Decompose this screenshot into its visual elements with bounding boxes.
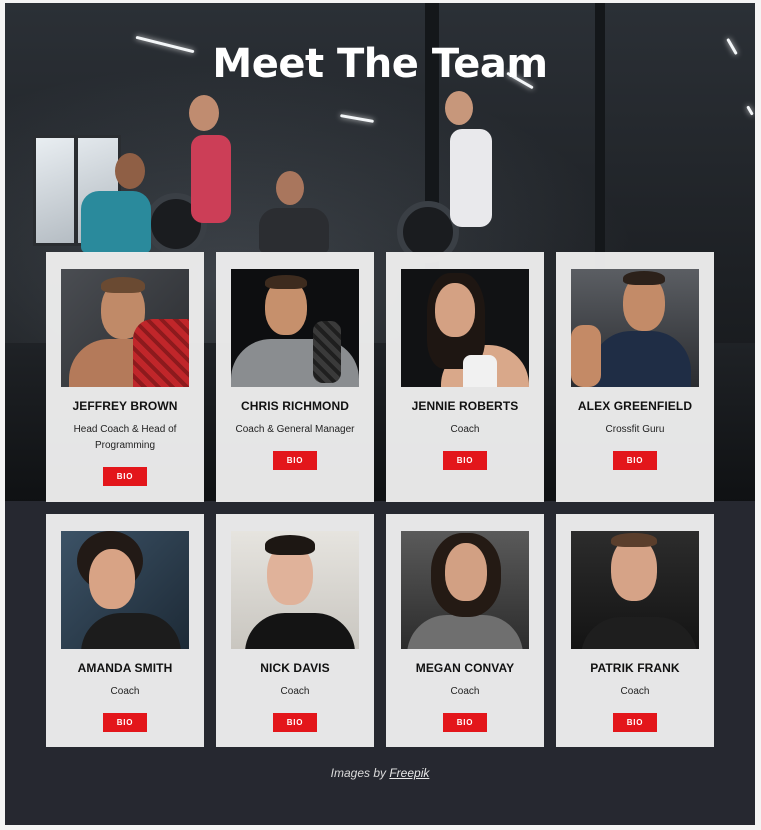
- member-name: JEFFREY BROWN: [72, 399, 178, 413]
- team-card: AMANDA SMITH Coach BIO: [46, 514, 204, 747]
- member-photo: [571, 269, 699, 387]
- member-name: JENNIE ROBERTS: [411, 399, 519, 413]
- team-card: PATRIK FRANK Coach BIO: [556, 514, 714, 747]
- member-photo: [571, 531, 699, 649]
- member-role: Coach & General Manager: [235, 424, 355, 435]
- member-name: MEGAN CONVAY: [415, 661, 515, 675]
- member-role: Coach: [620, 686, 650, 697]
- team-card: NICK DAVIS Coach BIO: [216, 514, 374, 747]
- team-card: CHRIS RICHMOND Coach & General Manager B…: [216, 252, 374, 502]
- credit-prefix: Images by: [330, 766, 386, 780]
- bio-button[interactable]: BIO: [103, 467, 147, 486]
- member-name: AMANDA SMITH: [77, 661, 173, 675]
- member-photo: [231, 269, 359, 387]
- member-role: Coach: [280, 686, 310, 697]
- image-credit: Images by Freepik: [5, 766, 755, 780]
- member-role: Coach: [110, 686, 140, 697]
- member-photo: [61, 269, 189, 387]
- bio-button[interactable]: BIO: [613, 713, 657, 732]
- member-photo: [61, 531, 189, 649]
- member-role: Crossfit Guru: [605, 424, 665, 435]
- team-section: Meet The Team JEFFREY BROWN Head Coach &…: [5, 3, 755, 825]
- team-card: JENNIE ROBERTS Coach BIO: [386, 252, 544, 502]
- team-card: ALEX GREENFIELD Crossfit Guru BIO: [556, 252, 714, 502]
- bio-button[interactable]: BIO: [273, 451, 317, 470]
- bio-button[interactable]: BIO: [613, 451, 657, 470]
- bio-button[interactable]: BIO: [103, 713, 147, 732]
- member-role: Coach: [450, 424, 480, 435]
- member-role: Coach: [450, 686, 480, 697]
- freepik-link[interactable]: Freepik: [389, 766, 429, 780]
- member-name: ALEX GREENFIELD: [577, 399, 693, 413]
- member-role: Head Coach & Head of Programming: [73, 424, 177, 451]
- member-name: CHRIS RICHMOND: [240, 399, 350, 413]
- member-photo: [231, 531, 359, 649]
- member-name: NICK DAVIS: [260, 661, 330, 675]
- bio-button[interactable]: BIO: [443, 451, 487, 470]
- bio-button[interactable]: BIO: [273, 713, 317, 732]
- team-card: JEFFREY BROWN Head Coach & Head of Progr…: [46, 252, 204, 502]
- page-title: Meet The Team: [212, 41, 548, 87]
- team-card: MEGAN CONVAY Coach BIO: [386, 514, 544, 747]
- bio-button[interactable]: BIO: [443, 713, 487, 732]
- member-name: PATRIK FRANK: [590, 661, 680, 675]
- member-photo: [401, 531, 529, 649]
- member-photo: [401, 269, 529, 387]
